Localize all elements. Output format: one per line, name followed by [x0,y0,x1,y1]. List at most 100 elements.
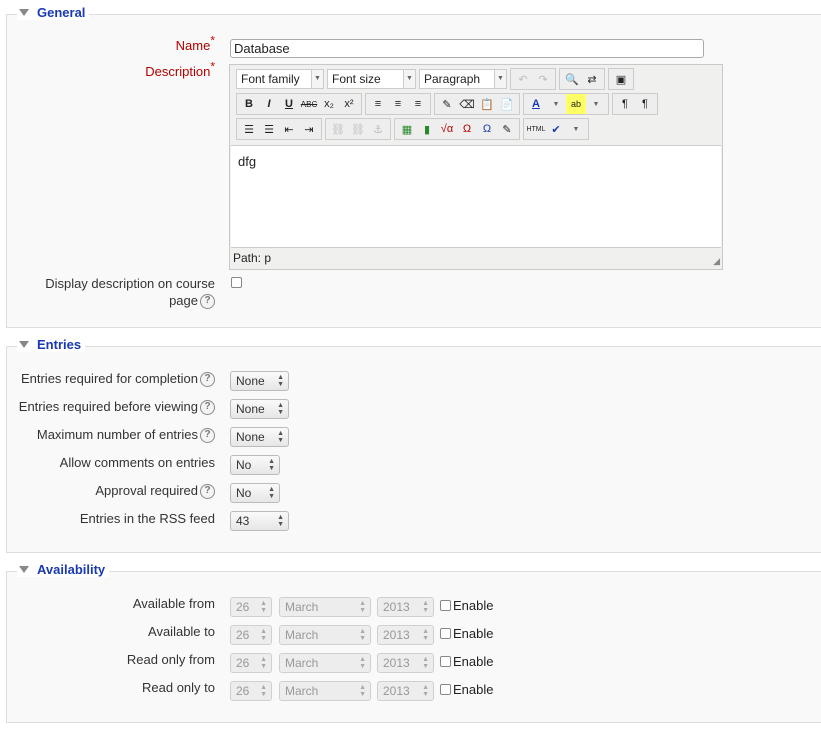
find-icon[interactable]: 🔍 [562,69,582,89]
updown-icon: ▲ ▼ [268,458,275,472]
allow-comments-value: No [236,458,252,472]
resize-handle-icon[interactable]: ◢ [713,256,720,267]
entries-legend[interactable]: Entries [17,337,86,352]
enable-checkbox[interactable] [440,684,451,695]
indent-icon[interactable]: ⇥ [299,119,319,139]
chevron-down-icon[interactable]: ▼ [586,94,606,114]
max-entries-select[interactable]: None ▲ ▼ [230,427,289,447]
updown-icon: ▲ ▼ [268,486,275,500]
general-legend-label: General [37,5,86,20]
font-size-select[interactable]: Font size ▼ [327,69,416,89]
chevron-down-icon[interactable]: ▼ [546,94,566,114]
outdent-icon[interactable]: ⇤ [279,119,299,139]
text-color-icon[interactable]: A [526,94,546,114]
fullscreen-icon[interactable]: ▣ [611,69,631,89]
chevron-down-icon[interactable]: ▼ [566,119,586,139]
subscript-icon[interactable]: x₂ [319,94,339,114]
numbered-list-icon[interactable]: ☰ [259,119,279,139]
entries-before-viewing-select[interactable]: None ▲ ▼ [230,399,289,419]
align-group: ≡ ≡ ≡ [365,93,431,115]
read-only-to-day[interactable]: 26 ▲ ▼ [230,681,272,701]
align-center-icon[interactable]: ≡ [388,94,408,114]
underline-icon[interactable]: U [279,94,299,114]
help-icon[interactable]: ? [200,372,215,388]
table-icon[interactable]: ✎ [497,119,517,139]
strikethrough-icon[interactable]: ABC [299,94,319,114]
undo-icon[interactable]: ↶ [513,69,533,89]
read-only-from-enable[interactable]: Enable [440,654,493,669]
help-icon[interactable]: ? [200,484,215,500]
font-family-select[interactable]: Font family ▼ [236,69,324,89]
tex-icon[interactable]: Ω [457,119,477,139]
image-icon[interactable]: ▦ [397,119,417,139]
rss-entries-select[interactable]: 43 ▲ ▼ [230,511,289,531]
required-icon: * [210,59,215,74]
replace-icon[interactable]: ⇄ [582,69,602,89]
redo-icon[interactable]: ↷ [533,69,553,89]
highlight-icon[interactable]: ab [566,94,586,114]
anchor-icon[interactable]: ⚓ [368,119,388,139]
read-only-from-day[interactable]: 26 ▲ ▼ [230,653,272,673]
bullet-list-icon[interactable]: ☰ [239,119,259,139]
eraser-icon[interactable]: ⌫ [457,94,477,114]
available-from-enable[interactable]: Enable [440,598,493,613]
read-only-to-month[interactable]: March ▲ ▼ [279,681,371,701]
enable-checkbox[interactable] [440,656,451,667]
rtl-icon[interactable]: ¶ [635,94,655,114]
collapse-triangle-icon[interactable] [19,341,29,348]
available-from-year[interactable]: 2013 ▲ ▼ [377,597,434,617]
display-description-line-2: page [169,293,198,308]
availability-legend[interactable]: Availability [17,562,110,577]
bold-icon[interactable]: B [239,94,259,114]
link-icon[interactable]: ⛓ [328,119,348,139]
enable-checkbox[interactable] [440,600,451,611]
available-to-year[interactable]: 2013 ▲ ▼ [377,625,434,645]
unlink-icon[interactable]: ⛓ [348,119,368,139]
help-icon[interactable]: ? [200,294,215,310]
help-icon[interactable]: ? [200,428,215,444]
equation-icon[interactable]: √α [437,119,457,139]
format-label: Paragraph [424,72,481,86]
collapse-triangle-icon[interactable] [19,566,29,573]
collapse-triangle-icon[interactable] [19,9,29,16]
available-to-day[interactable]: 26 ▲ ▼ [230,625,272,645]
ltr-icon[interactable]: ¶ [615,94,635,114]
available-from-day[interactable]: 26 ▲ ▼ [230,597,272,617]
paste-word-icon[interactable]: 📄 [497,94,517,114]
name-input[interactable] [230,39,704,58]
spellcheck-icon[interactable]: ✔ [546,119,566,139]
align-right-icon[interactable]: ≡ [408,94,428,114]
help-icon[interactable]: ? [200,400,215,416]
special-char-icon[interactable]: Ω [477,119,497,139]
available-from-month[interactable]: March ▲ ▼ [279,597,371,617]
enable-checkbox[interactable] [440,628,451,639]
available-to-month[interactable]: March ▲ ▼ [279,625,371,645]
html-group: HTML ✔ ▼ [523,118,589,140]
cleanup-icon[interactable]: ✎ [437,94,457,114]
html-icon[interactable]: HTML [526,119,546,139]
align-left-icon[interactable]: ≡ [368,94,388,114]
undo-group: ↶ ↷ [510,68,556,90]
editor-content-area[interactable]: dfg [231,145,721,248]
entries-completion-select[interactable]: None ▲ ▼ [230,371,289,391]
display-description-checkbox[interactable] [231,277,242,288]
read-only-from-year[interactable]: 2013 ▲ ▼ [377,653,434,673]
superscript-icon[interactable]: x² [339,94,359,114]
italic-icon[interactable]: I [259,94,279,114]
read-only-to-year[interactable]: 2013 ▲ ▼ [377,681,434,701]
allow-comments-label: Allow comments on entries [60,454,215,471]
general-legend[interactable]: General [17,5,90,20]
format-select[interactable]: Paragraph ▼ [419,69,507,89]
fullscreen-group: ▣ [608,68,634,90]
paste-text-icon[interactable]: 📋 [477,94,497,114]
allow-comments-select[interactable]: No ▲ ▼ [230,455,280,475]
read-only-from-month[interactable]: March ▲ ▼ [279,653,371,673]
updown-icon: ▲ ▼ [277,374,284,388]
updown-icon: ▲ ▼ [277,402,284,416]
display-description-line-2-wrap: page? [45,292,215,310]
available-to-enable[interactable]: Enable [440,626,493,641]
max-entries-value: None [236,430,265,444]
approval-required-select[interactable]: No ▲ ▼ [230,483,280,503]
media-icon[interactable]: ▮ [417,119,437,139]
read-only-to-enable[interactable]: Enable [440,682,493,697]
